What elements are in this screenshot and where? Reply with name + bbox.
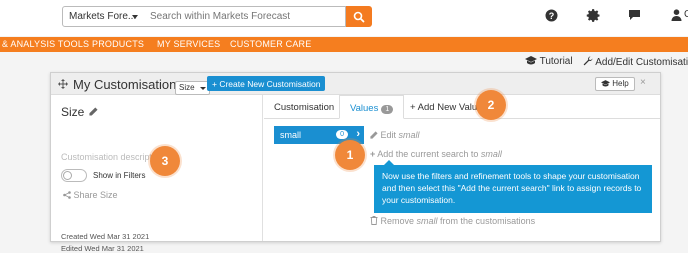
nav-item-analysis-tools[interactable]: & ANALYSIS TOOLS bbox=[2, 39, 89, 49]
value-item-label: small bbox=[280, 130, 302, 140]
step-marker-3: 3 bbox=[150, 146, 180, 176]
tab-values-label: Values bbox=[350, 103, 379, 114]
nav-item-my-services[interactable]: MY SERVICES bbox=[157, 39, 220, 49]
wrench-icon bbox=[583, 56, 593, 66]
edit-value-link[interactable]: Edit small bbox=[370, 130, 420, 140]
customisation-select-label: Size bbox=[179, 83, 195, 92]
close-icon[interactable]: × bbox=[640, 77, 646, 88]
add-search-value-name: small bbox=[480, 149, 502, 159]
search-input[interactable] bbox=[143, 6, 346, 27]
value-count-badge: 0 bbox=[336, 130, 348, 139]
show-in-filters-label: Show in Filters bbox=[93, 171, 146, 180]
gear-icon[interactable] bbox=[586, 8, 601, 26]
edit-prefix: Edit bbox=[380, 130, 399, 140]
nav-item-products[interactable]: PRODUCTS bbox=[92, 39, 144, 49]
add-search-prefix: Add the current search to bbox=[377, 149, 481, 159]
panel-header: My Customisations Size + Create New Cust… bbox=[51, 73, 660, 95]
customisation-name: Size bbox=[61, 105, 85, 119]
tab-bar: Customisation Values 1 + Add New Value bbox=[264, 95, 660, 119]
remove-value-link[interactable]: Remove small from the customisations bbox=[370, 216, 535, 226]
graduation-cap-icon bbox=[601, 80, 610, 87]
edit-value-name: small bbox=[398, 130, 420, 140]
add-edit-label: Add/Edit Customisations bbox=[595, 57, 688, 68]
share-icon bbox=[63, 191, 71, 199]
search-button[interactable] bbox=[346, 6, 372, 27]
pencil-icon[interactable] bbox=[89, 107, 98, 116]
chevron-right-icon: › bbox=[356, 128, 360, 140]
share-label: Share Size bbox=[73, 190, 118, 200]
main-nav: & ANALYSIS TOOLS PRODUCTS MY SERVICES CU… bbox=[0, 37, 688, 52]
graduation-cap-icon bbox=[525, 56, 537, 65]
nav-item-customer-care[interactable]: CUSTOMER CARE bbox=[230, 39, 311, 49]
step-marker-1: 1 bbox=[335, 140, 365, 170]
pencil-icon bbox=[370, 131, 378, 139]
chat-icon[interactable] bbox=[628, 9, 641, 24]
top-bar: Markets Fore... ? C bbox=[0, 0, 688, 36]
user-initial[interactable]: C bbox=[684, 9, 688, 20]
add-current-search-link[interactable]: + Add the current search to small bbox=[370, 149, 502, 159]
tutorial-link[interactable]: Tutorial bbox=[525, 56, 573, 67]
step-marker-2: 2 bbox=[476, 90, 506, 120]
customisation-values-area: Customisation Values 1 + Add New Value sm… bbox=[264, 95, 660, 241]
edited-date: Edited Wed Mar 31 2021 bbox=[61, 244, 144, 253]
customisation-select[interactable]: Size bbox=[175, 81, 210, 95]
search-scope-label: Markets Fore... bbox=[69, 11, 137, 22]
create-customisation-button[interactable]: + Create New Customisation bbox=[207, 76, 326, 91]
help-label: Help bbox=[612, 79, 629, 88]
chevron-down-icon bbox=[199, 87, 206, 90]
move-icon[interactable] bbox=[58, 79, 68, 89]
toggle-knob bbox=[63, 171, 72, 180]
tab-values[interactable]: Values 1 bbox=[339, 95, 405, 119]
created-date: Created Wed Mar 31 2021 bbox=[61, 232, 150, 241]
add-edit-customisations-link[interactable]: Add/Edit Customisations bbox=[583, 56, 688, 68]
values-count-badge: 1 bbox=[381, 105, 394, 114]
show-in-filters-toggle[interactable] bbox=[61, 169, 87, 182]
plus-icon: + bbox=[370, 149, 376, 159]
panel-help-button[interactable]: Help bbox=[595, 77, 635, 91]
help-icon[interactable]: ? bbox=[545, 9, 558, 25]
chevron-down-icon bbox=[132, 15, 138, 19]
search-icon bbox=[353, 11, 365, 23]
trash-icon bbox=[370, 216, 378, 225]
tutorial-label: Tutorial bbox=[539, 56, 573, 67]
panel-title: My Customisations bbox=[73, 77, 183, 92]
svg-text:?: ? bbox=[549, 11, 555, 21]
tab-customisation[interactable]: Customisation bbox=[264, 95, 344, 119]
user-icon[interactable] bbox=[671, 9, 682, 24]
remove-value-name: small bbox=[416, 216, 438, 226]
instruction-tooltip: Now use the filters and refinement tools… bbox=[374, 160, 652, 213]
remove-suffix: from the customisations bbox=[437, 216, 536, 226]
search-scope-select[interactable]: Markets Fore... bbox=[62, 6, 144, 27]
remove-prefix: Remove bbox=[380, 216, 417, 226]
share-link[interactable]: Share Size bbox=[63, 190, 118, 200]
